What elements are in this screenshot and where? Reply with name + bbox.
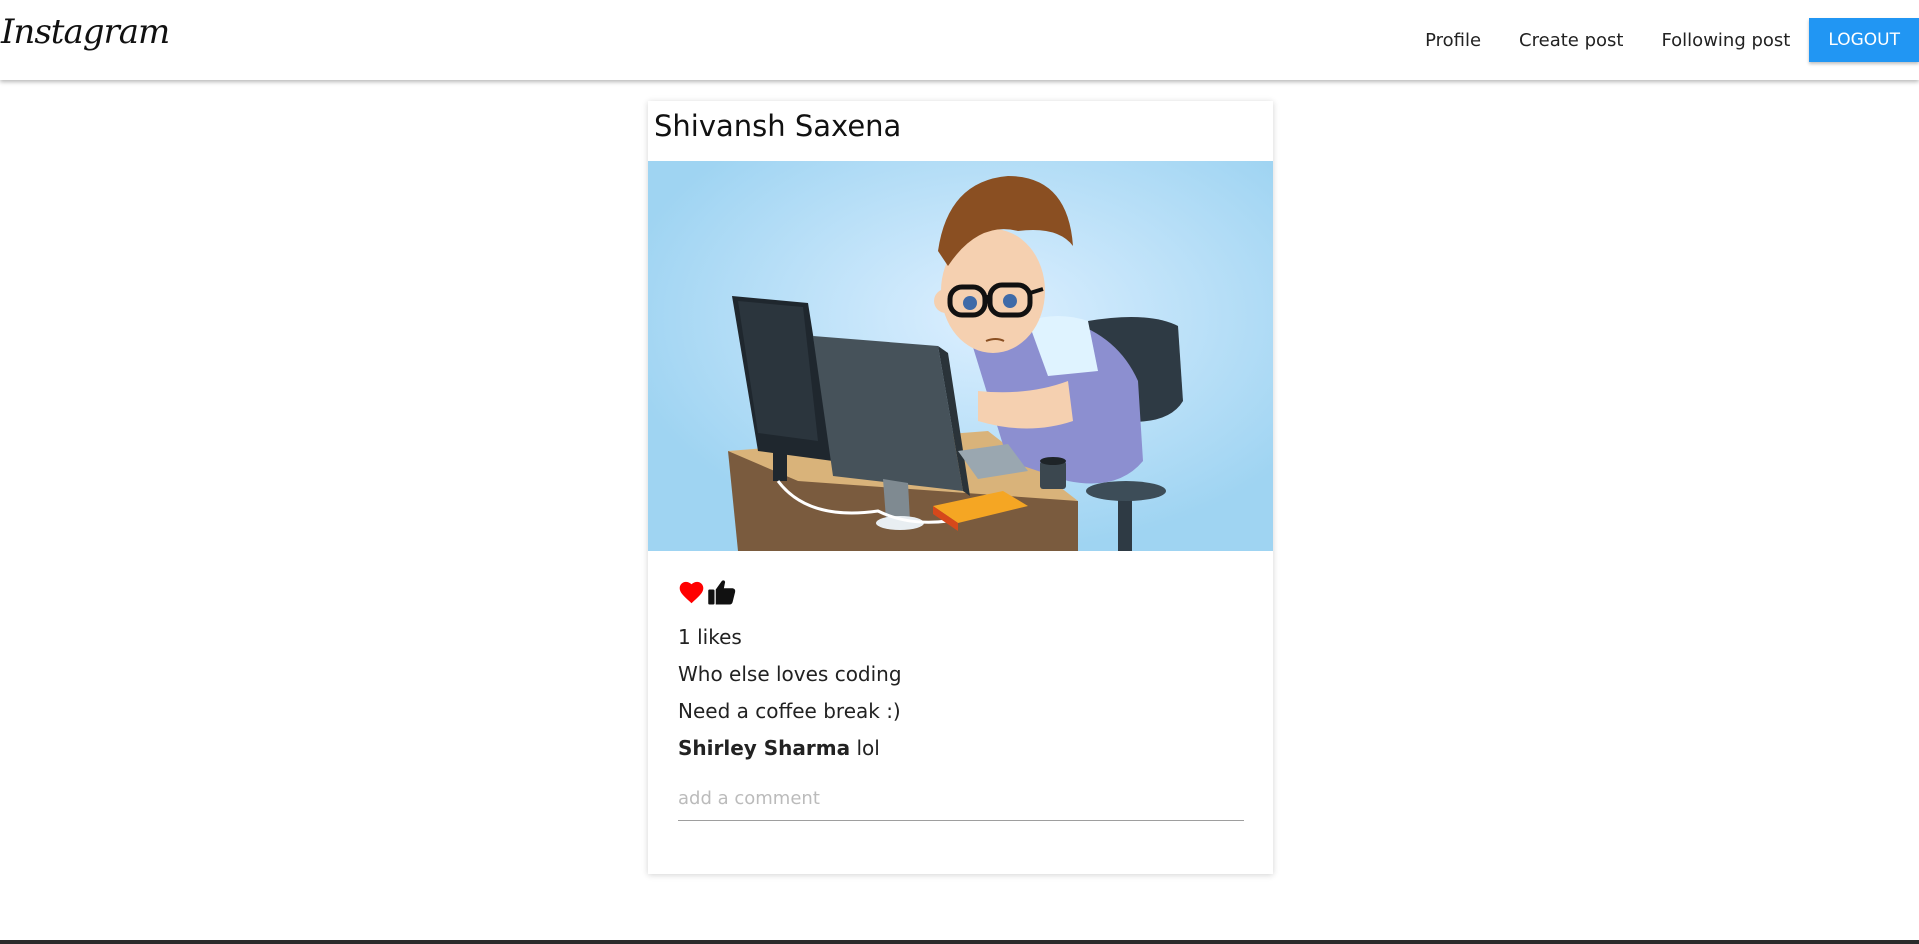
post-title: Who else loves coding: [678, 662, 902, 686]
bottom-divider: [0, 940, 1919, 944]
comment-input[interactable]: [678, 777, 1244, 821]
post-image: [648, 161, 1273, 551]
programmer-illustration: [648, 161, 1273, 551]
post-body: Need a coffee break :): [678, 699, 901, 723]
nav-link-create-post[interactable]: Create post: [1500, 30, 1642, 51]
navbar: Instagram Profile Create post Following …: [0, 0, 1919, 80]
nav-link-profile[interactable]: Profile: [1406, 30, 1500, 51]
post-content: 1 likes Who else loves coding Need a cof…: [678, 579, 1244, 821]
logout-button[interactable]: LOGOUT: [1809, 18, 1919, 62]
thumbs-up-icon[interactable]: [707, 578, 737, 610]
brand-logo[interactable]: Instagram: [1, 12, 170, 52]
heart-icon[interactable]: [678, 579, 705, 609]
nav-link-following-post[interactable]: Following post: [1642, 30, 1809, 51]
likes-count: 1 likes: [678, 625, 742, 649]
comment-user[interactable]: Shirley Sharma: [678, 736, 850, 760]
post-actions: [678, 579, 1244, 609]
comment-text: lol: [856, 736, 880, 760]
post-card: Shivansh Saxena 1 likes Who else loves c…: [648, 101, 1273, 874]
nav-links: Profile Create post Following post LOGOU…: [1406, 0, 1919, 80]
post-author[interactable]: Shivansh Saxena: [654, 109, 901, 143]
comment-item: Shirley Sharma lol: [678, 730, 1244, 767]
